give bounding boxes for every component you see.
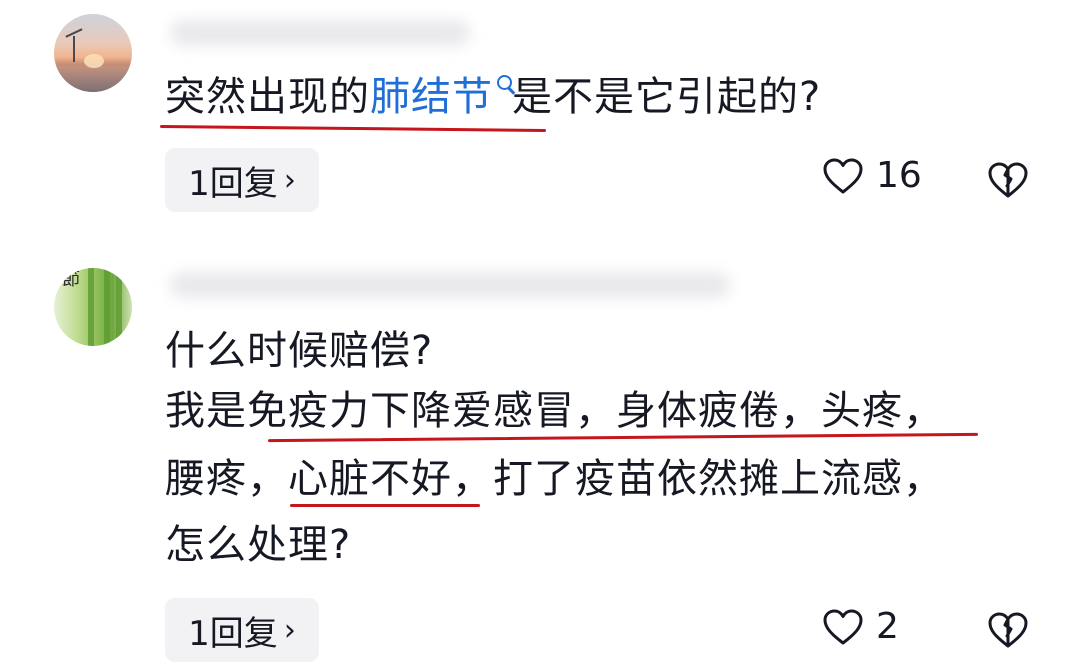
dislike-button[interactable] [986, 610, 1030, 654]
avatar[interactable] [54, 14, 132, 92]
bamboo-stalk [104, 268, 110, 346]
annotation-underline [290, 504, 480, 507]
bamboo-stalk [116, 268, 122, 346]
like-button[interactable]: 16 [822, 155, 922, 196]
like-count: 16 [876, 155, 922, 196]
topic-link[interactable]: 肺结节 [370, 74, 512, 120]
chevron-right-icon: › [283, 612, 296, 648]
heart-outline-icon [823, 609, 863, 644]
broken-heart-icon [988, 612, 1028, 648]
heart-outline-icon [823, 158, 863, 193]
windmill-icon [73, 36, 75, 62]
search-icon [497, 75, 512, 90]
reply-label: 1回复 [188, 613, 278, 654]
reply-button[interactable]: 1回复 › [165, 148, 319, 212]
comment-line-3: 腰疼，心脏不好，打了疫苗依然摊上流感， [165, 456, 944, 502]
annotation-underline [159, 124, 547, 133]
comment-line-1: 什么时候赔偿? [165, 328, 434, 374]
broken-heart-icon [988, 162, 1028, 198]
comment-text-start: 突然出现的 [165, 74, 370, 120]
reply-label: 1回复 [188, 163, 278, 204]
dislike-button[interactable] [986, 160, 1030, 204]
username-blurred[interactable] [170, 20, 470, 46]
bamboo-stalk [88, 268, 94, 346]
avatar-glyph: 節 [62, 269, 80, 290]
comment-line-4: 怎么处理? [165, 522, 352, 568]
topic-link-label: 肺结节 [370, 74, 493, 120]
chevron-right-icon: › [283, 162, 296, 198]
comment-text-end: 是不是它引起的? [512, 74, 822, 120]
avatar-sea [54, 66, 132, 92]
comment-line-2: 我是免疫力下降爱感冒，身体疲倦，头疼， [165, 388, 944, 434]
reply-button[interactable]: 1回复 › [165, 598, 319, 662]
like-count: 2 [876, 606, 899, 647]
avatar[interactable]: 節 [54, 268, 132, 346]
comment-text: 突然出现的肺结节 是不是它引起的? [165, 68, 821, 126]
like-button[interactable]: 2 [822, 606, 899, 647]
avatar-sun [84, 54, 104, 68]
username-blurred[interactable] [170, 272, 730, 298]
